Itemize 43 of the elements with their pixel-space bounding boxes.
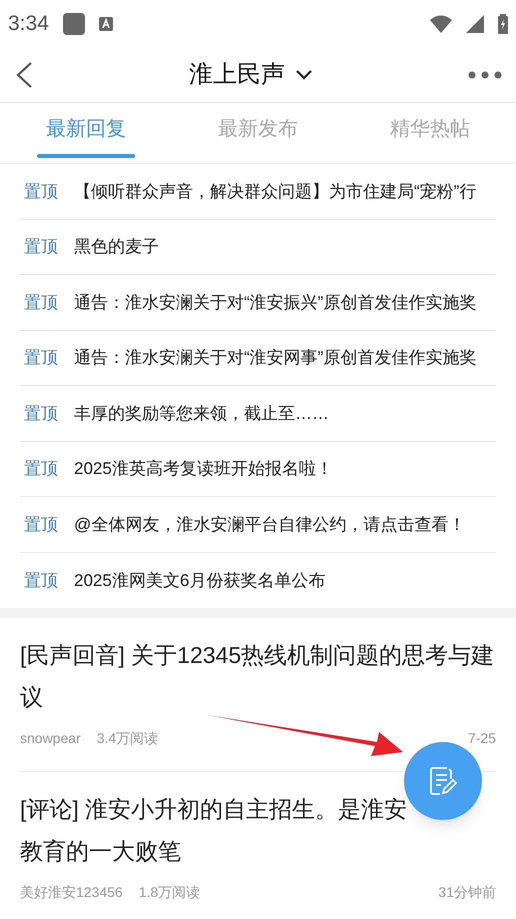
pinned-post-row[interactable]: 置顶 @全体网友，淮水安澜平台自律公约，请点击查看！ — [20, 497, 496, 552]
keyboard-icon — [98, 17, 113, 31]
pinned-post-row[interactable]: 置顶 通告：淮水安澜关于对“淮安网事”原创首发佳作实施奖 — [20, 330, 496, 386]
status-time: 3:34 — [8, 11, 49, 38]
post-time: 7-25 — [468, 729, 496, 748]
pinned-tag: 置顶 — [24, 345, 58, 370]
pinned-tag: 置顶 — [24, 512, 58, 537]
back-icon[interactable] — [14, 61, 34, 89]
battery-icon — [498, 14, 508, 34]
pinned-post-title: 通告：淮水安澜关于对“淮安网事”原创首发佳作实施奖 — [74, 347, 476, 369]
post-time: 31分钟前 — [438, 883, 496, 902]
pinned-tag: 置顶 — [24, 400, 58, 426]
pinned-tag: 置顶 — [24, 568, 58, 593]
wifi-icon — [430, 15, 452, 33]
pinned-tag: 置顶 — [24, 456, 58, 482]
page-title: 淮上民声 — [189, 60, 285, 90]
pinned-post-title: 黑色的麦子 — [74, 236, 159, 258]
pinned-post-row[interactable]: 置顶 【倾听群众声音，解决群众问题】为市住建局“宠粉”行 — [20, 164, 496, 220]
pinned-post-row[interactable]: 置顶 丰厚的奖励等您来领，截止至…… — [20, 386, 496, 442]
pinned-post-title: @全体网友，淮水安澜平台自律公约，请点击查看！ — [74, 514, 466, 536]
pinned-post-title: 通告：淮水安澜关于对“淮安振兴”原创首发佳作实施奖 — [74, 292, 476, 314]
pinned-tag: 置顶 — [24, 290, 58, 315]
dropdown-chevron-icon[interactable] — [295, 69, 313, 81]
pinned-post-row[interactable]: 置顶 通告：淮水安澜关于对“淮安振兴”原创首发佳作实施奖 — [20, 275, 496, 330]
pinned-post-row[interactable]: 置顶 2025淮英高考复读班开始报名啦！ — [20, 442, 496, 497]
pinned-tag: 置顶 — [24, 234, 58, 260]
post-title: [评论] 淮安小升初的自主招生。是淮安教育的一大败笔 — [20, 795, 408, 866]
read-count: 3.4万阅读 — [96, 729, 158, 748]
pinned-post-title: 2025淮英高考复读班开始报名啦！ — [74, 458, 333, 480]
note-edit-icon — [428, 766, 458, 796]
read-count: 1.8万阅读 — [138, 883, 200, 902]
pinned-post-row[interactable]: 置顶 黑色的麦子 — [20, 220, 496, 275]
pinned-tag: 置顶 — [24, 178, 58, 204]
pinned-post-title: 2025淮网美文6月份获奖名单公布 — [74, 570, 326, 592]
post-author: 美好淮安123456 — [20, 883, 123, 902]
more-icon[interactable] — [468, 71, 502, 79]
post-author: snowpear — [20, 729, 81, 748]
pinned-post-title: 丰厚的奖励等您来领，截止至…… — [74, 402, 329, 424]
pinned-post-row[interactable]: 置顶 2025淮网美文6月份获奖名单公布 — [20, 552, 496, 608]
signal-icon — [466, 15, 484, 33]
pinned-post-title: 【倾听群众声音，解决群众问题】为市住建局“宠粉”行 — [74, 180, 476, 202]
post-title: [民声回音] 关于12345热线机制问题的思考与建议 — [20, 641, 496, 712]
notification-icon — [62, 13, 85, 35]
